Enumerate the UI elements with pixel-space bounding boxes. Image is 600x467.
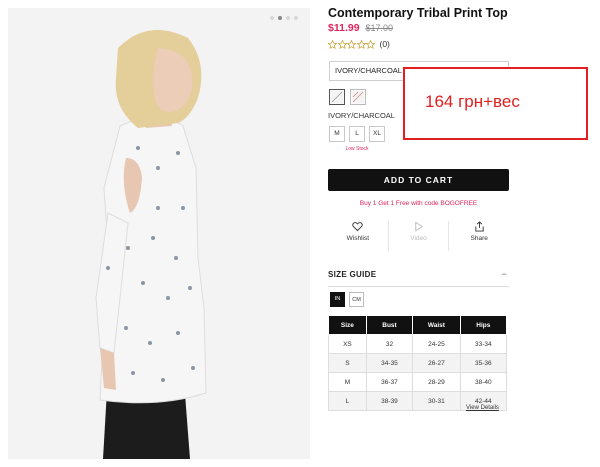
price-annotation-box: 164 грн+вес bbox=[403, 67, 588, 140]
table-cell: 24-25 bbox=[412, 334, 461, 354]
table-row: XS 32 24-25 33-34 bbox=[328, 334, 508, 354]
share-label: Share bbox=[470, 235, 488, 242]
swatch-pattern-icon bbox=[352, 91, 364, 103]
original-price: $17.00 bbox=[365, 23, 393, 33]
gallery-dots bbox=[270, 16, 298, 20]
star-icon bbox=[328, 39, 337, 49]
wishlist-label: Wishlist bbox=[346, 235, 370, 242]
table-cell: 34-35 bbox=[365, 353, 414, 373]
unit-in-button[interactable]: IN bbox=[330, 292, 345, 307]
table-cell: 36-37 bbox=[365, 372, 414, 392]
product-title: Contemporary Tribal Print Top bbox=[328, 6, 508, 20]
size-table: Size Bust Waist Hips XS 32 24-25 33-34 S… bbox=[328, 315, 508, 411]
column-header: Size bbox=[328, 315, 367, 335]
column-header: Bust bbox=[365, 315, 414, 335]
add-to-cart-button[interactable]: ADD TO CART bbox=[328, 169, 509, 191]
size-button-xl[interactable]: XL bbox=[369, 126, 385, 142]
collapse-icon[interactable]: − bbox=[501, 269, 507, 279]
video-label: Video bbox=[410, 235, 427, 242]
gallery-dot[interactable] bbox=[294, 16, 298, 20]
swatch-pattern-icon bbox=[331, 91, 343, 103]
wishlist-button[interactable]: Wishlist bbox=[328, 221, 389, 251]
table-row: S 34-35 26-27 35-36 bbox=[328, 353, 508, 373]
color-label: IVORY/CHARCOAL bbox=[328, 111, 395, 120]
table-cell: S bbox=[328, 353, 367, 373]
gallery-dot[interactable] bbox=[286, 16, 290, 20]
table-cell: L bbox=[328, 391, 367, 411]
view-details-link[interactable]: View Details bbox=[466, 405, 499, 411]
table-header-row: Size Bust Waist Hips bbox=[328, 315, 508, 335]
table-cell: XS bbox=[328, 334, 367, 354]
color-select-value: IVORY/CHARCOAL bbox=[335, 66, 402, 75]
review-count[interactable]: (0) bbox=[380, 39, 390, 49]
play-icon bbox=[415, 221, 424, 232]
star-icon bbox=[347, 39, 356, 49]
promo-text: Buy 1 Get 1 Free with code BOGOFREE bbox=[359, 200, 478, 207]
unit-cm-button[interactable]: CM bbox=[349, 292, 364, 307]
sale-price: $11.99 bbox=[328, 22, 360, 34]
table-row: M 36-37 28-29 38-40 bbox=[328, 372, 508, 392]
product-photo[interactable] bbox=[8, 8, 310, 459]
size-guide-header[interactable]: SIZE GUIDE − bbox=[328, 269, 509, 287]
column-header: Waist bbox=[412, 315, 461, 335]
gallery-dot-active[interactable] bbox=[278, 16, 282, 20]
share-button[interactable]: Share bbox=[449, 221, 509, 251]
color-swatch[interactable] bbox=[350, 89, 366, 105]
star-icon bbox=[356, 39, 366, 49]
action-bar: Wishlist Video Share bbox=[328, 221, 509, 251]
low-stock-label: Low Stock bbox=[345, 146, 369, 152]
table-cell: 28-29 bbox=[412, 372, 461, 392]
gallery-dot[interactable] bbox=[270, 16, 274, 20]
table-cell: 33-34 bbox=[459, 334, 508, 354]
table-cell: M bbox=[328, 372, 367, 392]
size-button-m[interactable]: M bbox=[329, 126, 345, 142]
size-button-l[interactable]: L bbox=[349, 126, 365, 142]
size-guide-title: SIZE GUIDE bbox=[328, 270, 377, 279]
rating-stars[interactable]: (0) bbox=[328, 39, 390, 49]
table-cell: 38-39 bbox=[365, 391, 414, 411]
table-cell: 32 bbox=[365, 334, 414, 354]
annotation-text: 164 грн+вес bbox=[425, 92, 520, 111]
star-icon bbox=[366, 39, 375, 49]
share-icon bbox=[475, 221, 484, 232]
heart-icon bbox=[352, 222, 364, 232]
color-swatch-selected[interactable] bbox=[329, 89, 345, 105]
table-cell: 35-36 bbox=[459, 353, 508, 373]
star-icon bbox=[337, 39, 347, 49]
video-button[interactable]: Video bbox=[389, 221, 450, 251]
model-image bbox=[8, 8, 310, 459]
table-cell: 30-31 bbox=[412, 391, 461, 411]
product-price: $11.99 $17.00 bbox=[328, 22, 393, 34]
table-cell: 38-40 bbox=[459, 372, 508, 392]
column-header: Hips bbox=[459, 315, 508, 335]
table-cell: 26-27 bbox=[412, 353, 461, 373]
